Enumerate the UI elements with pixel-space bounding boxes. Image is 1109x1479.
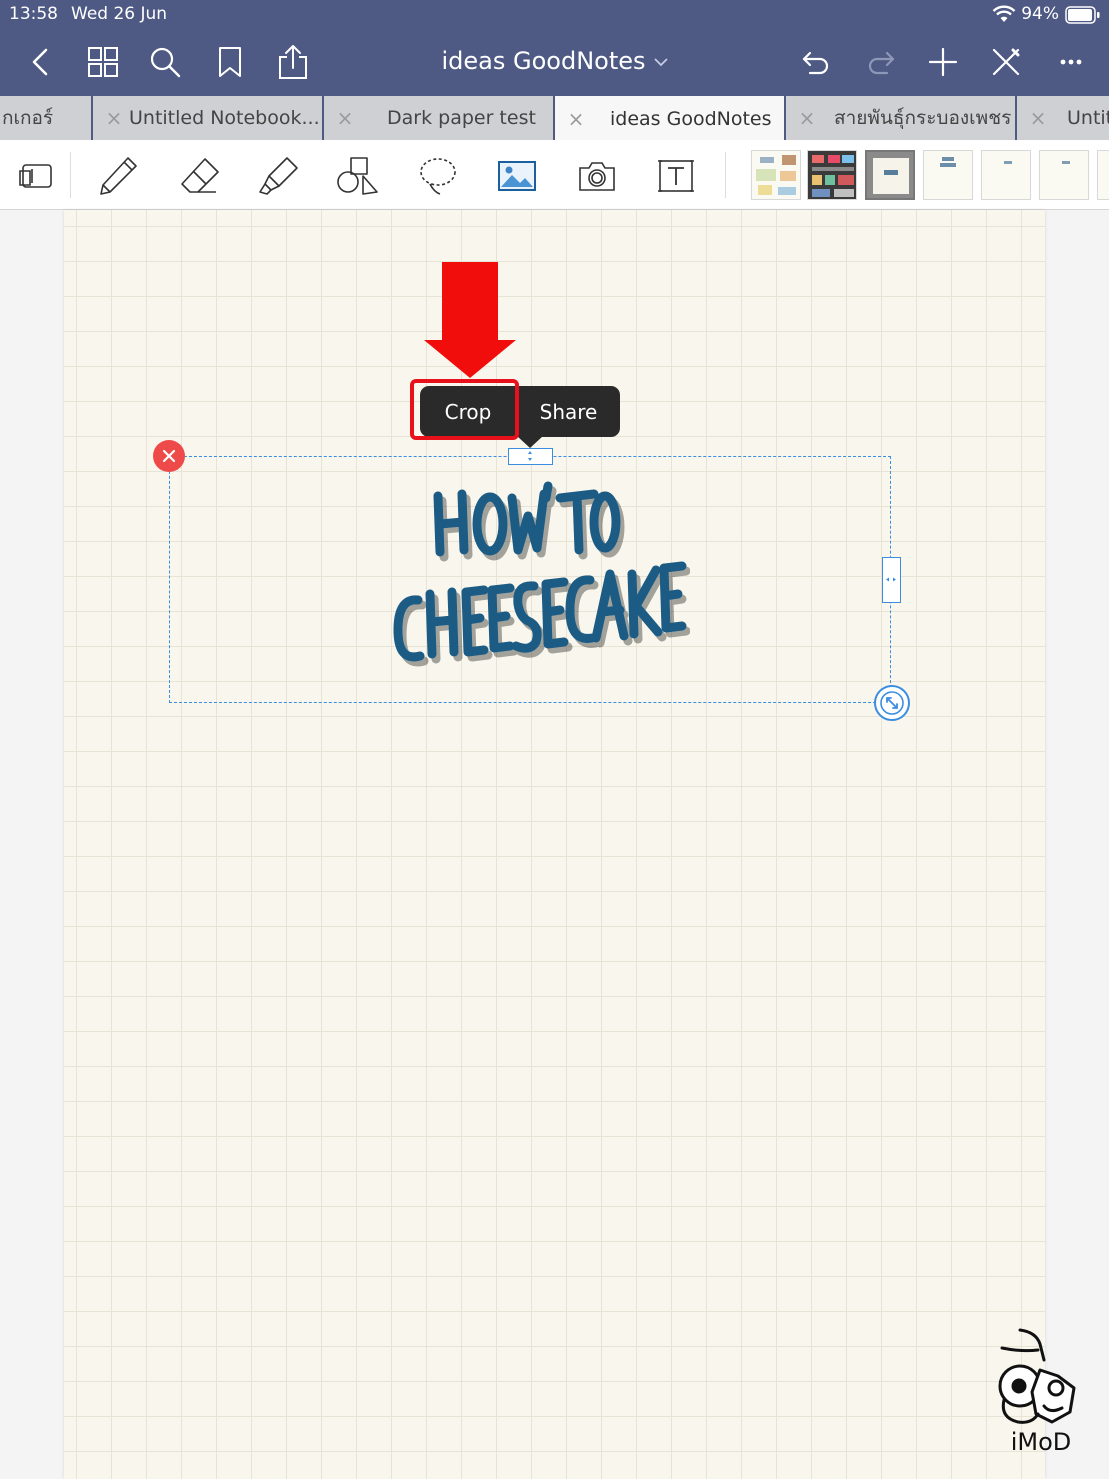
top-resize-handle[interactable] <box>508 448 553 465</box>
lasso-icon <box>420 158 456 195</box>
bookmark-icon <box>219 47 241 77</box>
image-tool[interactable] <box>493 154 541 198</box>
eraser-icon <box>181 158 219 193</box>
tab-label: กเกอร์ <box>2 107 54 129</box>
tool-bar <box>0 140 1109 210</box>
undo-icon <box>802 51 829 75</box>
tab-bar: กเกอร์ × Untitled Notebook... × Dark pap… <box>0 96 1109 142</box>
tab-label: สายพันธุ์กระบองเพชร <box>834 107 1012 129</box>
page-thumbnail-image <box>812 155 854 197</box>
delete-selection-button[interactable] <box>153 440 185 472</box>
tab-close-icon[interactable]: × <box>561 107 591 131</box>
page-thumbnail-image <box>756 155 796 195</box>
page-thumbnail-current[interactable] <box>865 150 915 200</box>
close-tools-button[interactable] <box>984 40 1028 84</box>
zoom-window-button[interactable] <box>12 154 60 198</box>
battery-icon <box>1065 6 1100 24</box>
tab-ideas-goodnotes[interactable]: × ideas GoodNotes <box>555 96 784 142</box>
tab-label: ideas GoodNotes <box>610 108 772 130</box>
back-icon <box>32 48 48 76</box>
battery-percent: 94% <box>1021 4 1059 24</box>
imod-watermark-text: iMoD <box>1010 1428 1072 1456</box>
status-time: 13:58 <box>9 4 58 24</box>
page-thumbnail[interactable] <box>1039 150 1089 200</box>
more-icon <box>1060 59 1082 65</box>
page-thumbnail[interactable] <box>923 150 973 200</box>
redo-icon <box>868 51 895 75</box>
document-title-button[interactable]: ideas GoodNotes <box>441 47 668 75</box>
highlighter-tool[interactable] <box>255 154 303 198</box>
page-thumbnail-image <box>873 158 909 194</box>
navigation-bar: 13:58 Wed 26 Jun 94% ideas GoodNotes <box>0 0 1109 96</box>
grid-icon <box>88 47 118 77</box>
tab-dark-paper-test[interactable]: × Dark paper test <box>324 96 553 140</box>
add-page-button[interactable] <box>921 40 965 84</box>
tab-label: Untitled Notebook... <box>129 107 320 129</box>
search-button[interactable] <box>143 40 187 84</box>
corner-resize-handle[interactable] <box>874 685 910 721</box>
red-arrow-icon <box>424 262 516 378</box>
lasso-tool[interactable] <box>414 154 462 198</box>
search-icon <box>150 47 181 78</box>
tab-close-icon[interactable]: × <box>99 106 129 130</box>
tab-label: Dark paper test <box>387 107 536 129</box>
page-thumbnail-image <box>1062 161 1070 164</box>
headline-image[interactable] <box>380 470 690 670</box>
page-thumbnail[interactable] <box>751 150 801 200</box>
text-icon <box>658 160 694 192</box>
camera-tool[interactable] <box>573 154 621 198</box>
share-button[interactable] <box>271 40 315 84</box>
shapes-icon <box>337 157 378 195</box>
context-menu: Crop Share <box>420 386 620 437</box>
tab-close-icon[interactable]: × <box>792 106 822 130</box>
bookmark-button[interactable] <box>208 40 252 84</box>
tab-untitled-notebook[interactable]: × Untitled Notebook... <box>93 96 322 140</box>
arrow-updown-icon <box>528 451 532 461</box>
back-button[interactable] <box>18 40 62 84</box>
redo-button[interactable] <box>859 40 903 84</box>
arrow-leftright-icon <box>886 577 896 582</box>
pen-icon <box>100 157 137 195</box>
tab-untitled[interactable]: × Untit <box>1017 96 1109 140</box>
tab-label: Untit <box>1067 107 1109 129</box>
text-tool[interactable] <box>652 154 700 198</box>
close-icon <box>162 449 176 463</box>
thumbnails-button[interactable] <box>81 40 125 84</box>
tab-close-icon[interactable]: × <box>1023 106 1053 130</box>
add-icon <box>928 47 958 77</box>
right-resize-handle[interactable] <box>882 557 901 603</box>
share-icon <box>279 45 307 79</box>
page-thumbnail-image <box>940 157 956 167</box>
crop-menu-item[interactable]: Crop <box>420 386 517 437</box>
image-icon <box>498 161 536 191</box>
context-menu-pointer <box>517 436 543 448</box>
wifi-icon <box>992 5 1016 22</box>
page-thumbnail[interactable] <box>807 150 857 200</box>
tab-close-icon[interactable]: × <box>330 106 360 130</box>
shapes-tool[interactable] <box>333 154 381 198</box>
chevron-down-icon <box>653 58 668 67</box>
camera-icon <box>579 162 615 191</box>
pen-tool[interactable] <box>94 154 142 198</box>
zoom-window-icon <box>19 164 52 188</box>
tab-cactus-species[interactable]: × สายพันธุ์กระบองเพชร <box>786 96 1015 140</box>
resize-icon <box>880 691 904 715</box>
more-button[interactable] <box>1049 40 1093 84</box>
tab-sticker[interactable]: กเกอร์ <box>0 96 91 140</box>
page-thumbnail-image <box>1004 161 1012 164</box>
page-thumbnail[interactable] <box>1097 150 1109 200</box>
status-date: Wed 26 Jun <box>71 4 168 24</box>
share-menu-item[interactable]: Share <box>517 386 620 437</box>
eraser-tool[interactable] <box>176 154 224 198</box>
page-thumbnail[interactable] <box>981 150 1031 200</box>
undo-button[interactable] <box>794 40 838 84</box>
highlighter-icon <box>259 157 298 195</box>
document-title-text: ideas GoodNotes <box>441 47 646 75</box>
close-icon <box>992 48 1020 76</box>
